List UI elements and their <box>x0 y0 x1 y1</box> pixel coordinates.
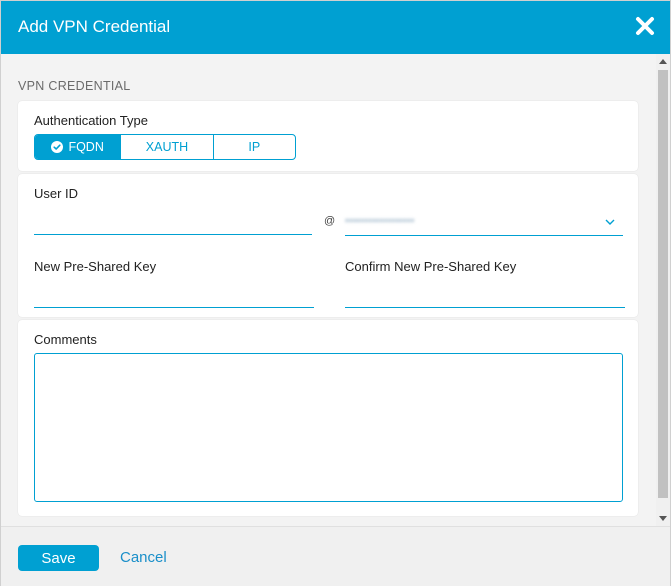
user-id-input[interactable] <box>34 212 312 235</box>
domain-value: •••••••••••••••••• <box>345 215 415 227</box>
dialog-header: Add VPN Credential <box>1 1 670 55</box>
user-credentials-card: User ID @ •••••••••••••••••• New Pre-Sha… <box>18 174 638 317</box>
comments-textarea[interactable] <box>34 353 623 502</box>
auth-option-xauth[interactable]: XAUTH <box>120 135 212 159</box>
chevron-down-icon <box>605 219 615 225</box>
confirm-psk-input[interactable] <box>345 285 625 308</box>
auth-option-fqdn[interactable]: FQDN <box>35 135 121 159</box>
dialog-footer: Save Cancel <box>1 526 670 586</box>
scroll-thumb[interactable] <box>658 70 668 498</box>
auth-option-ip[interactable]: IP <box>212 135 295 159</box>
check-circle-icon <box>51 141 64 153</box>
auth-option-label: IP <box>248 140 261 154</box>
auth-option-label: FQDN <box>68 140 104 154</box>
psk-input[interactable] <box>34 285 314 308</box>
dialog-title: Add VPN Credential <box>18 17 171 36</box>
psk-label: New Pre-Shared Key <box>34 259 157 274</box>
cancel-link[interactable]: Cancel <box>120 549 167 566</box>
comments-card: Comments <box>18 320 638 516</box>
domain-select[interactable]: •••••••••••••••••• <box>345 211 623 236</box>
close-icon <box>636 17 654 35</box>
section-title: VPN CREDENTIAL <box>18 79 131 93</box>
dialog-body: VPN CREDENTIAL Authentication Type FQDN … <box>1 54 656 526</box>
auth-type-segmented-control: FQDN XAUTH IP <box>34 134 296 160</box>
auth-option-label: XAUTH <box>145 140 189 154</box>
user-id-label: User ID <box>34 186 79 201</box>
scroll-up-arrow-icon[interactable] <box>659 59 667 64</box>
auth-type-label: Authentication Type <box>34 113 148 128</box>
close-button[interactable] <box>634 15 656 37</box>
at-symbol: @ <box>324 215 336 227</box>
scroll-down-arrow-icon[interactable] <box>659 516 667 521</box>
auth-type-card: Authentication Type FQDN XAUTH IP <box>18 101 638 171</box>
vertical-scrollbar[interactable] <box>656 54 670 526</box>
save-button[interactable]: Save <box>18 545 99 571</box>
vpn-credential-dialog: Add VPN Credential VPN CREDENTIAL Authen… <box>0 0 671 586</box>
comments-label: Comments <box>34 332 97 347</box>
confirm-psk-label: Confirm New Pre-Shared Key <box>345 259 517 274</box>
